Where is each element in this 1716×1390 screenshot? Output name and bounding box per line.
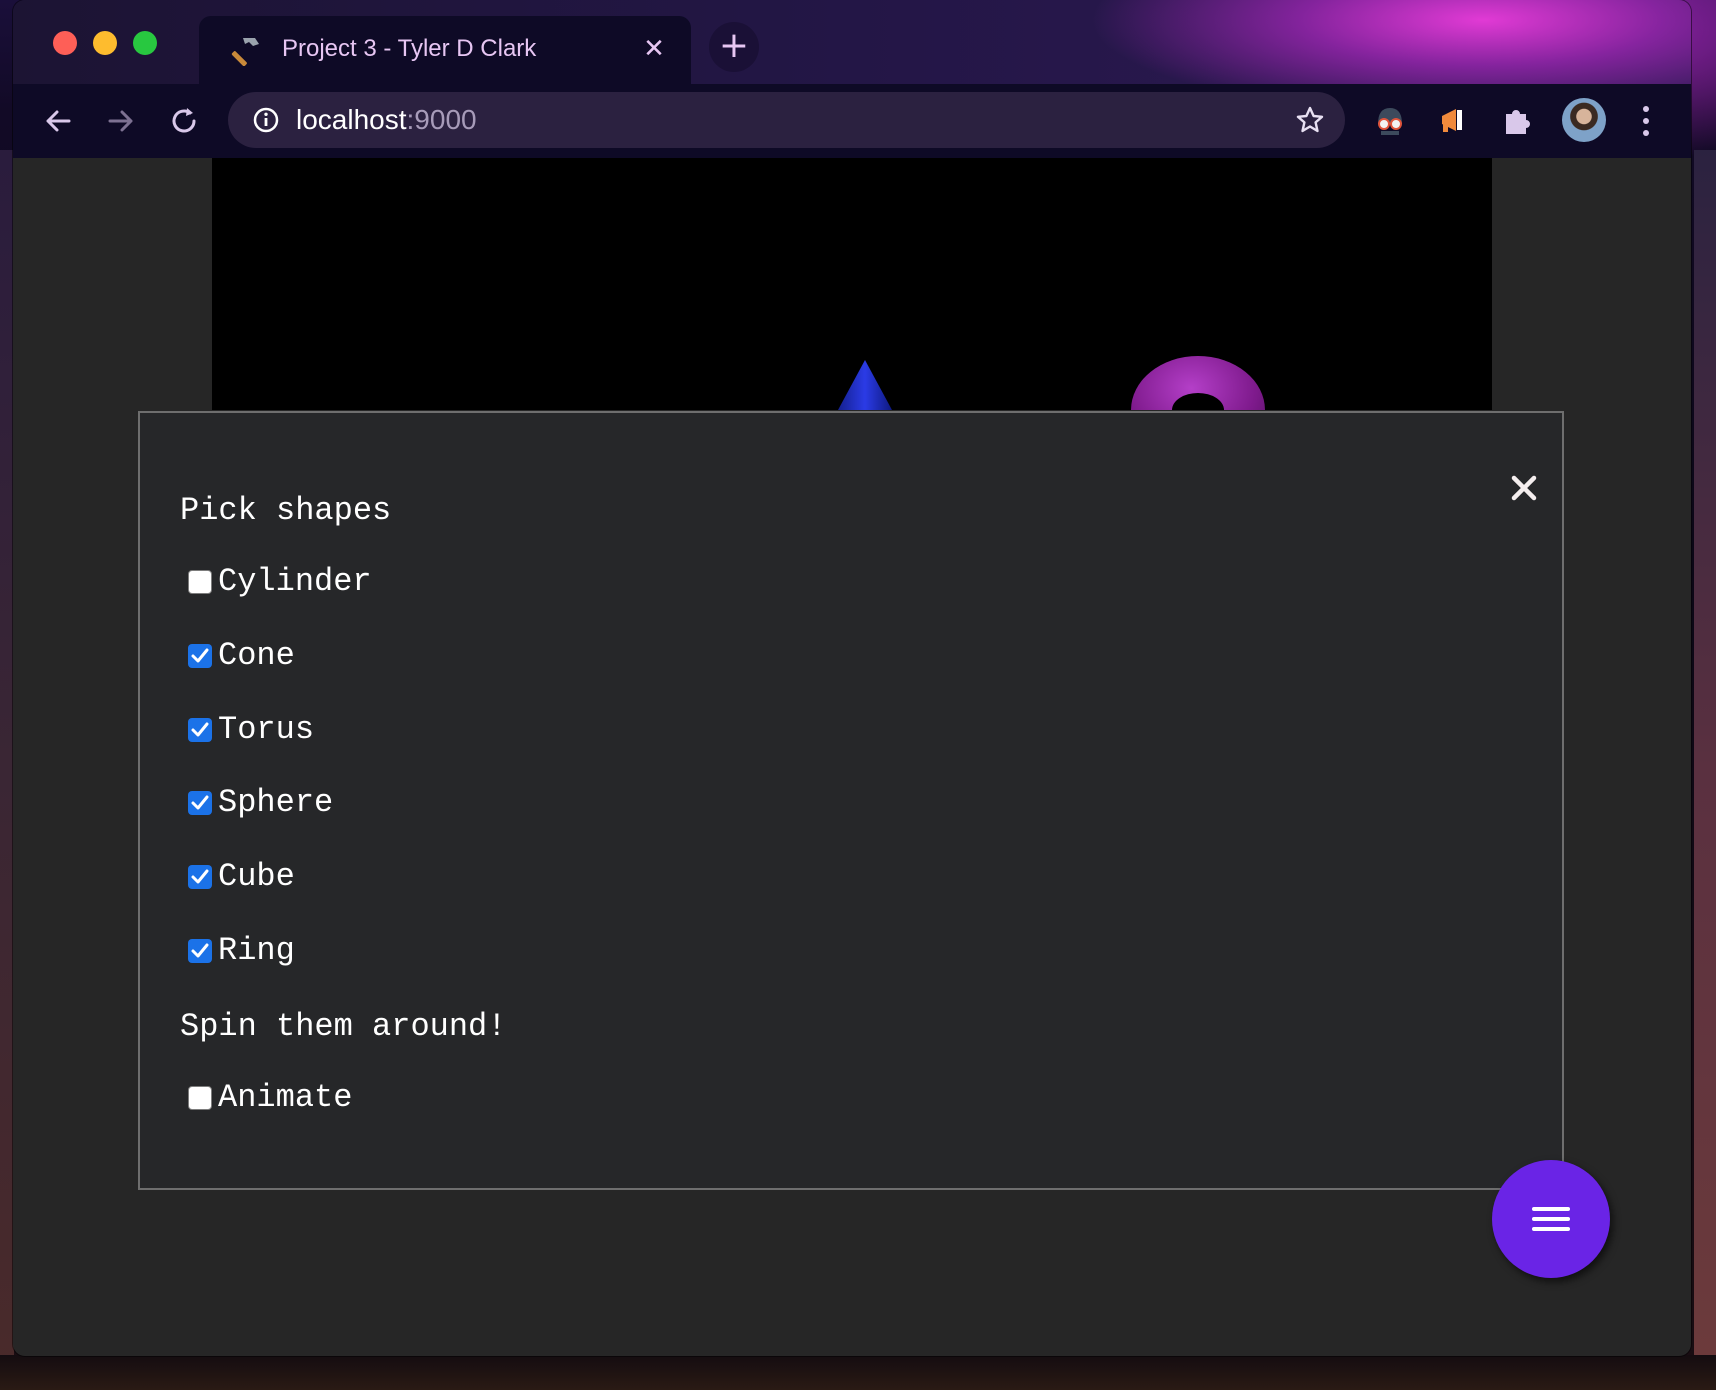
hamburger-icon xyxy=(1532,1207,1570,1211)
browser-tab[interactable]: Project 3 - Tyler D Clark ✕ xyxy=(199,16,691,84)
url-port: :9000 xyxy=(406,104,477,135)
new-tab-button[interactable]: + xyxy=(709,22,759,72)
option-label: Cone xyxy=(218,637,295,674)
pick-shapes-heading: Pick shapes xyxy=(180,492,392,529)
url-host: localhost xyxy=(296,104,407,135)
menu-fab-button[interactable] xyxy=(1492,1160,1610,1278)
browser-window: Project 3 - Tyler D Clark ✕ + localhost:… xyxy=(13,0,1691,1356)
sphere-checkbox[interactable] xyxy=(188,791,212,815)
option-label: Ring xyxy=(218,932,295,969)
star-icon[interactable] xyxy=(1295,105,1325,135)
hamburger-icon xyxy=(1532,1217,1570,1221)
option-label: Cylinder xyxy=(218,563,372,600)
extension-spy-icon[interactable] xyxy=(1372,102,1408,138)
option-label: Torus xyxy=(218,711,315,748)
info-icon[interactable] xyxy=(252,106,280,134)
desktop-wallpaper-right xyxy=(1694,150,1716,1390)
scene-shapes xyxy=(838,356,1265,410)
browser-toolbar: localhost:9000 xyxy=(13,84,1691,158)
spin-heading: Spin them around! xyxy=(180,1008,507,1045)
forward-icon[interactable] xyxy=(102,102,140,140)
shape-options-panel: Pick shapes Cylinder Cone Torus Sphere C… xyxy=(138,411,1564,1190)
ring-checkbox[interactable] xyxy=(188,939,212,963)
avatar[interactable] xyxy=(1562,98,1606,142)
option-label: Cube xyxy=(218,858,295,895)
address-bar[interactable]: localhost:9000 xyxy=(228,92,1345,148)
extension-megaphone-icon[interactable] xyxy=(1436,102,1472,138)
option-label: Sphere xyxy=(218,784,334,821)
cube-checkbox[interactable] xyxy=(188,865,212,889)
close-window-button[interactable] xyxy=(53,31,77,55)
zoom-window-button[interactable] xyxy=(133,31,157,55)
url-text[interactable]: localhost:9000 xyxy=(296,104,477,136)
menu-icon[interactable] xyxy=(1640,104,1652,138)
cone-checkbox[interactable] xyxy=(188,644,212,668)
desktop-wallpaper-left xyxy=(0,150,14,1390)
reload-icon[interactable] xyxy=(165,102,203,140)
hamburger-icon xyxy=(1532,1227,1570,1231)
animate-checkbox[interactable] xyxy=(188,1086,212,1110)
close-icon[interactable] xyxy=(1505,469,1543,507)
cylinder-checkbox[interactable] xyxy=(188,570,212,594)
cone-shape xyxy=(838,360,892,410)
back-icon[interactable] xyxy=(39,102,77,140)
option-label: Animate xyxy=(218,1079,353,1116)
puzzle-icon[interactable] xyxy=(1500,102,1536,138)
minimize-window-button[interactable] xyxy=(93,31,117,55)
tab-title: Project 3 - Tyler D Clark xyxy=(282,35,537,62)
webgl-canvas[interactable] xyxy=(212,158,1492,410)
desktop-wallpaper-bottom xyxy=(0,1355,1716,1390)
tab-close-icon[interactable]: ✕ xyxy=(639,34,669,64)
torus-shape xyxy=(1131,356,1265,410)
torus-checkbox[interactable] xyxy=(188,718,212,742)
page-content: Pick shapes Cylinder Cone Torus Sphere C… xyxy=(13,158,1691,1356)
hammer-icon xyxy=(231,38,259,66)
title-bar: Project 3 - Tyler D Clark ✕ + xyxy=(13,0,1691,84)
